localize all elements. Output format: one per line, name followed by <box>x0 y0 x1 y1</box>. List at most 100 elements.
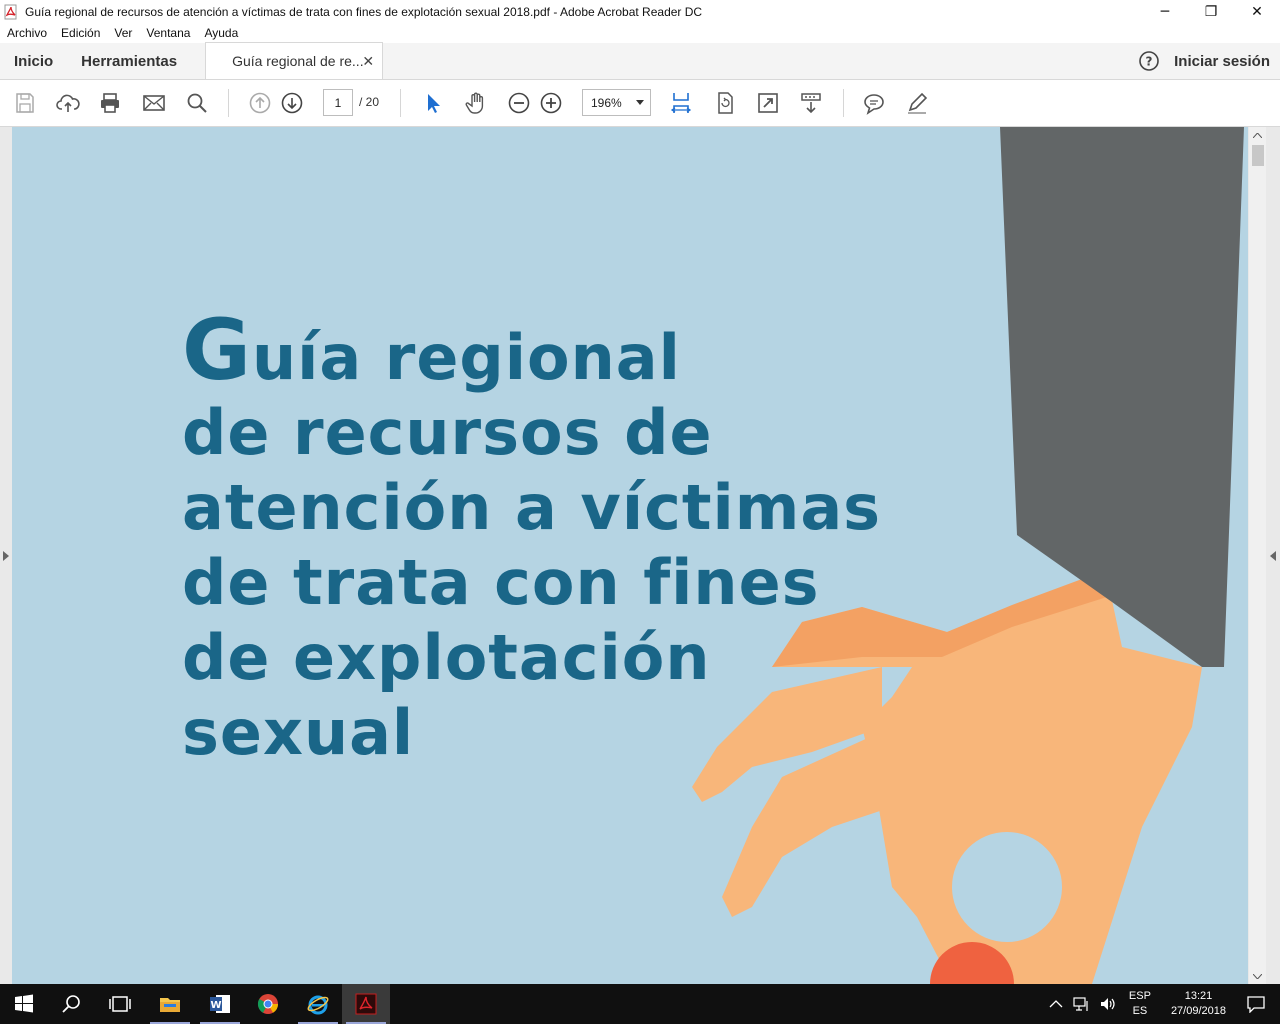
cursor-arrow-icon <box>428 94 440 113</box>
chevron-up-icon[interactable] <box>1049 1000 1063 1008</box>
toolbar-separator <box>400 89 401 117</box>
pen-icon <box>908 92 928 114</box>
page-number-input[interactable]: 1 <box>323 89 353 116</box>
zoom-value: 196% <box>591 95 622 110</box>
print-button[interactable] <box>97 91 123 115</box>
cover-title: Guía regional de recursos de atención a … <box>182 301 882 770</box>
chrome-button[interactable] <box>244 984 292 1024</box>
sleeve-shape <box>1000 127 1244 667</box>
chevron-down-icon <box>636 100 644 105</box>
start-button[interactable] <box>0 984 48 1024</box>
chevron-left-icon <box>1270 550 1276 561</box>
previous-page-button[interactable] <box>247 91 273 115</box>
acrobat-icon <box>355 993 377 1015</box>
scroll-down-button[interactable] <box>1249 968 1266 984</box>
internet-explorer-button[interactable] <box>294 984 342 1024</box>
document-tab-label: Guía regional de re... <box>232 53 364 69</box>
fit-page-icon <box>670 93 692 113</box>
title-line-3: atención a víctimas <box>182 471 882 544</box>
network-icon[interactable] <box>1073 996 1091 1012</box>
file-explorer-button[interactable] <box>146 984 194 1024</box>
toolbar-separator <box>843 89 844 117</box>
clock-time: 13:21 <box>1184 990 1213 1002</box>
clock[interactable]: 13:21 27/09/2018 <box>1171 989 1226 1019</box>
menu-ver[interactable]: Ver <box>107 26 139 40</box>
comment-icon <box>864 94 884 115</box>
save-button[interactable] <box>12 91 38 115</box>
page-rotate-icon <box>718 92 733 114</box>
highlight-button[interactable] <box>904 91 930 115</box>
menu-edicion[interactable]: Edición <box>54 26 107 40</box>
menu-ventana[interactable]: Ventana <box>139 26 197 40</box>
chevron-right-icon <box>3 550 9 561</box>
scroll-mode-button[interactable] <box>798 91 824 115</box>
comment-button[interactable] <box>861 91 887 115</box>
title-line-5: de explotación <box>182 621 711 694</box>
title-line-4: de trata con fines <box>182 546 820 619</box>
hand-icon <box>465 92 484 114</box>
tab-inicio[interactable]: Inicio <box>0 43 67 79</box>
menu-archivo[interactable]: Archivo <box>0 26 54 40</box>
printer-icon <box>101 93 119 113</box>
word-button[interactable]: W <box>196 984 244 1024</box>
language-indicator[interactable]: ESP ES <box>1129 989 1151 1019</box>
acrobat-taskbar-button[interactable] <box>342 984 390 1024</box>
scroll-thumb[interactable] <box>1252 145 1264 166</box>
folder-icon <box>160 998 180 1012</box>
menu-bar: Archivo Edición Ver Ventana Ayuda <box>0 23 1280 43</box>
task-view-button[interactable] <box>96 984 144 1024</box>
search-taskbar-button[interactable] <box>48 984 96 1024</box>
close-window-button[interactable]: ✕ <box>1234 0 1280 23</box>
rotate-button[interactable] <box>712 91 738 115</box>
svg-text:?: ? <box>1146 55 1153 69</box>
title-line-2: de recursos de <box>182 396 713 469</box>
minus-circle-icon <box>508 92 530 114</box>
acrobat-app-icon <box>4 4 17 19</box>
search-icon <box>62 995 80 1013</box>
menu-ayuda[interactable]: Ayuda <box>197 26 245 40</box>
left-pane-toggle[interactable] <box>0 127 12 984</box>
title-line-1: Guía regional <box>182 301 681 399</box>
next-page-button[interactable] <box>279 91 305 115</box>
zoom-in-button[interactable] <box>538 91 564 115</box>
email-button[interactable] <box>141 91 167 115</box>
restore-button[interactable]: ❐ <box>1188 0 1234 23</box>
notifications-icon[interactable] <box>1246 995 1266 1013</box>
plus-circle-icon <box>540 92 562 114</box>
scroll-down-icon <box>801 93 821 114</box>
windows-icon <box>15 994 33 1013</box>
title-initial: G <box>182 301 252 399</box>
mail-icon <box>143 95 165 111</box>
title-line-6: sexual <box>182 696 415 769</box>
system-tray: ESP ES 13:21 27/09/2018 <box>1049 984 1280 1024</box>
search-button[interactable] <box>184 91 210 115</box>
cloud-upload-icon <box>56 94 80 112</box>
tab-document[interactable]: Guía regional de re... ✕ <box>205 42 384 79</box>
help-icon[interactable]: ? <box>1138 50 1160 72</box>
expand-icon <box>758 93 778 113</box>
select-tool-button[interactable] <box>420 91 446 115</box>
zoom-select[interactable]: 196% <box>582 89 651 116</box>
scroll-up-button[interactable] <box>1249 127 1266 143</box>
upload-button[interactable] <box>55 91 81 115</box>
zoom-out-button[interactable] <box>506 91 532 115</box>
minimize-button[interactable]: ─ <box>1142 0 1188 23</box>
signin-link[interactable]: Iniciar sesión <box>1174 53 1270 70</box>
arrow-down-circle-icon <box>281 92 303 114</box>
close-tab-icon[interactable]: ✕ <box>362 53 374 70</box>
windows-taskbar: W ESP ES 13:21 27/09/2018 <box>0 984 1280 1024</box>
chevron-up-icon <box>1253 132 1262 138</box>
chrome-icon <box>257 994 279 1014</box>
search-icon <box>187 93 207 113</box>
hand-tool-button[interactable] <box>463 91 489 115</box>
vertical-scrollbar[interactable] <box>1249 127 1266 984</box>
volume-icon[interactable] <box>1099 996 1117 1012</box>
document-viewer: Guía regional de recursos de atención a … <box>0 127 1280 984</box>
fit-width-button[interactable] <box>668 91 694 115</box>
internet-explorer-icon <box>307 995 329 1015</box>
chevron-down-icon <box>1253 973 1262 979</box>
window-title: Guía regional de recursos de atención a … <box>25 4 703 19</box>
right-pane-toggle[interactable] <box>1266 127 1280 984</box>
full-screen-button[interactable] <box>755 91 781 115</box>
tab-herramientas[interactable]: Herramientas <box>67 43 191 79</box>
